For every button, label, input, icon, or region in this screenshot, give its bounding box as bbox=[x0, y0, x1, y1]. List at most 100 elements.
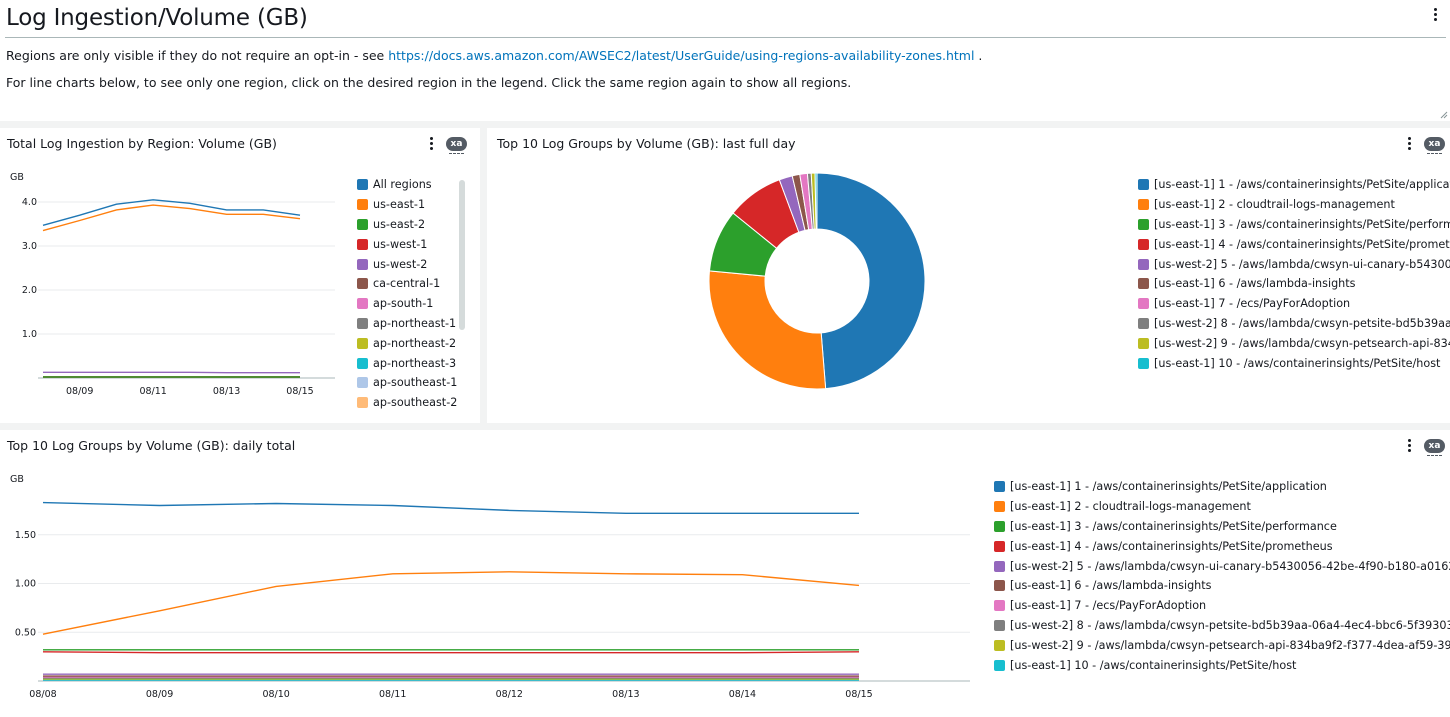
legend-item[interactable]: [us-east-1] 2 - cloudtrail-logs-manageme… bbox=[994, 497, 1450, 517]
cross-account-badge[interactable]: xa bbox=[446, 137, 467, 151]
donut-slice-1[interactable] bbox=[817, 173, 925, 389]
legend-item[interactable]: [us-east-1] 6 - /aws/lambda-insights bbox=[994, 576, 1450, 596]
legend-item[interactable]: ap-southeast-2 bbox=[357, 393, 457, 413]
resize-handle-icon[interactable] bbox=[1440, 111, 1448, 119]
legend-item[interactable]: [us-west-2] 8 - /aws/lambda/cwsyn-petsit… bbox=[994, 616, 1450, 636]
series-line-2[interactable] bbox=[43, 572, 859, 634]
legend-swatch bbox=[1138, 179, 1149, 190]
legend-label: [us-east-1] 10 - /aws/containerinsights/… bbox=[1010, 659, 1296, 672]
legend-swatch bbox=[1138, 199, 1149, 210]
legend-label: ap-northeast-1 bbox=[373, 317, 456, 330]
legend-item[interactable]: [us-east-1] 7 - /ecs/PayForAdoption bbox=[1138, 294, 1450, 314]
legend-item[interactable]: [us-east-1] 7 - /ecs/PayForAdoption bbox=[994, 596, 1450, 616]
x-tick-label: 08/15 bbox=[286, 386, 313, 397]
legend-item[interactable]: [us-east-1] 3 - /aws/containerinsights/P… bbox=[994, 517, 1450, 537]
legend-label: [us-west-2] 8 - /aws/lambda/cwsyn-petsit… bbox=[1010, 619, 1450, 632]
legend-label: [us-east-1] 7 - /ecs/PayForAdoption bbox=[1154, 297, 1350, 310]
legend-item[interactable]: [us-west-2] 8 - /aws/lambda/cwsyn-petsit… bbox=[1138, 314, 1450, 334]
legend-item[interactable]: [us-east-1] 1 - /aws/containerinsights/P… bbox=[994, 477, 1450, 497]
legend-swatch bbox=[357, 278, 368, 289]
regions-docs-link[interactable]: https://docs.aws.amazon.com/AWSEC2/lates… bbox=[388, 48, 974, 63]
legend-item[interactable]: ca-central-1 bbox=[357, 274, 457, 294]
legend-label: ap-northeast-2 bbox=[373, 337, 456, 350]
donut-slice-2[interactable] bbox=[709, 271, 826, 389]
series-line-1[interactable] bbox=[43, 503, 859, 514]
legend-label: [us-west-2] 9 - /aws/lambda/cwsyn-petsea… bbox=[1010, 639, 1450, 652]
widget-more-options-icon[interactable] bbox=[430, 137, 434, 152]
cross-account-badge[interactable]: xa bbox=[1424, 439, 1445, 453]
legend-swatch bbox=[994, 521, 1005, 532]
legend-item[interactable]: ap-southeast-1 bbox=[357, 373, 457, 393]
x-tick-label: 08/08 bbox=[29, 689, 56, 700]
y-axis-label: GB bbox=[10, 474, 24, 485]
legend-item[interactable]: [us-east-1] 2 - cloudtrail-logs-manageme… bbox=[1138, 195, 1450, 215]
legend-swatch bbox=[1138, 318, 1149, 329]
legend-item[interactable]: [us-east-1] 10 - /aws/containerinsights/… bbox=[1138, 353, 1450, 373]
region-legend: All regions us-east-1 us-east-2 us-west-1us… bbox=[357, 175, 457, 413]
legend-swatch bbox=[994, 640, 1005, 651]
legend-swatch bbox=[994, 481, 1005, 492]
x-tick-label: 08/11 bbox=[139, 386, 166, 397]
legend-swatch bbox=[994, 660, 1005, 671]
legend-swatch bbox=[357, 259, 368, 270]
legend-item[interactable]: [us-west-2] 5 - /aws/lambda/cwsyn-ui-can… bbox=[1138, 254, 1450, 274]
legend-item[interactable]: ap-northeast-2 bbox=[357, 333, 457, 353]
y-tick-label: 2.0 bbox=[22, 285, 37, 296]
legend-item[interactable]: [us-east-1] 6 - /aws/lambda-insights bbox=[1138, 274, 1450, 294]
legend-swatch bbox=[357, 239, 368, 250]
legend-scrollbar[interactable] bbox=[459, 180, 465, 330]
legend-item[interactable]: [us-east-1] 4 - /aws/containerinsights/P… bbox=[1138, 234, 1450, 254]
legend-label: [us-east-1] 7 - /ecs/PayForAdoption bbox=[1010, 599, 1206, 612]
legend-label: us-east-2 bbox=[373, 218, 425, 231]
legend-swatch bbox=[357, 219, 368, 230]
opt-in-note-text: Regions are only visible if they do not … bbox=[6, 48, 388, 63]
legend-label: us-east-1 bbox=[373, 198, 425, 211]
legend-swatch bbox=[357, 358, 368, 369]
legend-swatch bbox=[1138, 338, 1149, 349]
legend-label: [us-east-1] 4 - /aws/containerinsights/P… bbox=[1154, 238, 1450, 251]
region-volume-widget: Total Log Ingestion by Region: Volume (G… bbox=[0, 128, 480, 423]
legend-item[interactable]: us-west-1 bbox=[357, 234, 457, 254]
legend-label: [us-west-2] 5 - /aws/lambda/cwsyn-ui-can… bbox=[1010, 560, 1450, 573]
legend-label: ap-southeast-2 bbox=[373, 396, 457, 409]
legend-label: [us-east-1] 4 - /aws/containerinsights/P… bbox=[1010, 540, 1333, 553]
x-tick-label: 08/13 bbox=[612, 689, 639, 700]
legend-item[interactable]: ap-northeast-3 bbox=[357, 353, 457, 373]
legend-swatch bbox=[1138, 298, 1149, 309]
y-axis-label: GB bbox=[10, 172, 24, 183]
legend-item[interactable]: [us-west-2] 9 - /aws/lambda/cwsyn-petsea… bbox=[994, 635, 1450, 655]
top10-daily-widget: Top 10 Log Groups by Volume (GB): daily … bbox=[0, 430, 1450, 717]
legend-item[interactable]: [us-east-1] 4 - /aws/containerinsights/P… bbox=[994, 536, 1450, 556]
legend-item[interactable]: [us-east-1] 1 - /aws/containerinsights/P… bbox=[1138, 175, 1450, 195]
legend-label: ap-northeast-3 bbox=[373, 357, 456, 370]
series-line-2[interactable] bbox=[43, 205, 300, 231]
legend-label: [us-east-1] 2 - cloudtrail-logs-manageme… bbox=[1010, 500, 1251, 513]
series-line-1[interactable] bbox=[43, 200, 300, 226]
legend-item[interactable]: us-east-2 bbox=[357, 215, 457, 235]
legend-swatch bbox=[994, 561, 1005, 572]
legend-item[interactable]: ap-south-1 bbox=[357, 294, 457, 314]
legend-item[interactable]: [us-east-1] 10 - /aws/containerinsights/… bbox=[994, 655, 1450, 675]
y-tick-label: 1.0 bbox=[22, 329, 37, 340]
legend-swatch bbox=[1138, 239, 1149, 250]
legend-label: [us-east-1] 2 - cloudtrail-logs-manageme… bbox=[1154, 198, 1395, 211]
legend-swatch bbox=[357, 298, 368, 309]
legend-swatch bbox=[357, 318, 368, 329]
y-tick-label: 1.50 bbox=[15, 530, 36, 541]
series-line-4[interactable] bbox=[43, 652, 859, 653]
legend-item[interactable]: us-west-2 bbox=[357, 254, 457, 274]
legend-label: [us-east-1] 1 - /aws/containerinsights/P… bbox=[1010, 480, 1327, 493]
x-tick-label: 08/13 bbox=[213, 386, 240, 397]
legend-item[interactable]: [us-west-2] 5 - /aws/lambda/cwsyn-ui-can… bbox=[994, 556, 1450, 576]
legend-item[interactable]: ap-northeast-1 bbox=[357, 314, 457, 334]
legend-item[interactable]: [us-west-2] 9 - /aws/lambda/cwsyn-petsea… bbox=[1138, 333, 1450, 353]
legend-label: [us-east-1] 3 - /aws/containerinsights/P… bbox=[1154, 218, 1450, 231]
header-more-options-icon[interactable] bbox=[1434, 8, 1438, 23]
legend-swatch bbox=[357, 397, 368, 408]
x-tick-label: 08/12 bbox=[496, 689, 523, 700]
legend-item[interactable]: us-east-1 bbox=[357, 195, 457, 215]
legend-label: [us-west-2] 9 - /aws/lambda/cwsyn-petsea… bbox=[1154, 337, 1450, 350]
legend-item[interactable]: All regions bbox=[357, 175, 457, 195]
widget-more-options-icon[interactable] bbox=[1408, 439, 1412, 454]
legend-item[interactable]: [us-east-1] 3 - /aws/containerinsights/P… bbox=[1138, 215, 1450, 235]
